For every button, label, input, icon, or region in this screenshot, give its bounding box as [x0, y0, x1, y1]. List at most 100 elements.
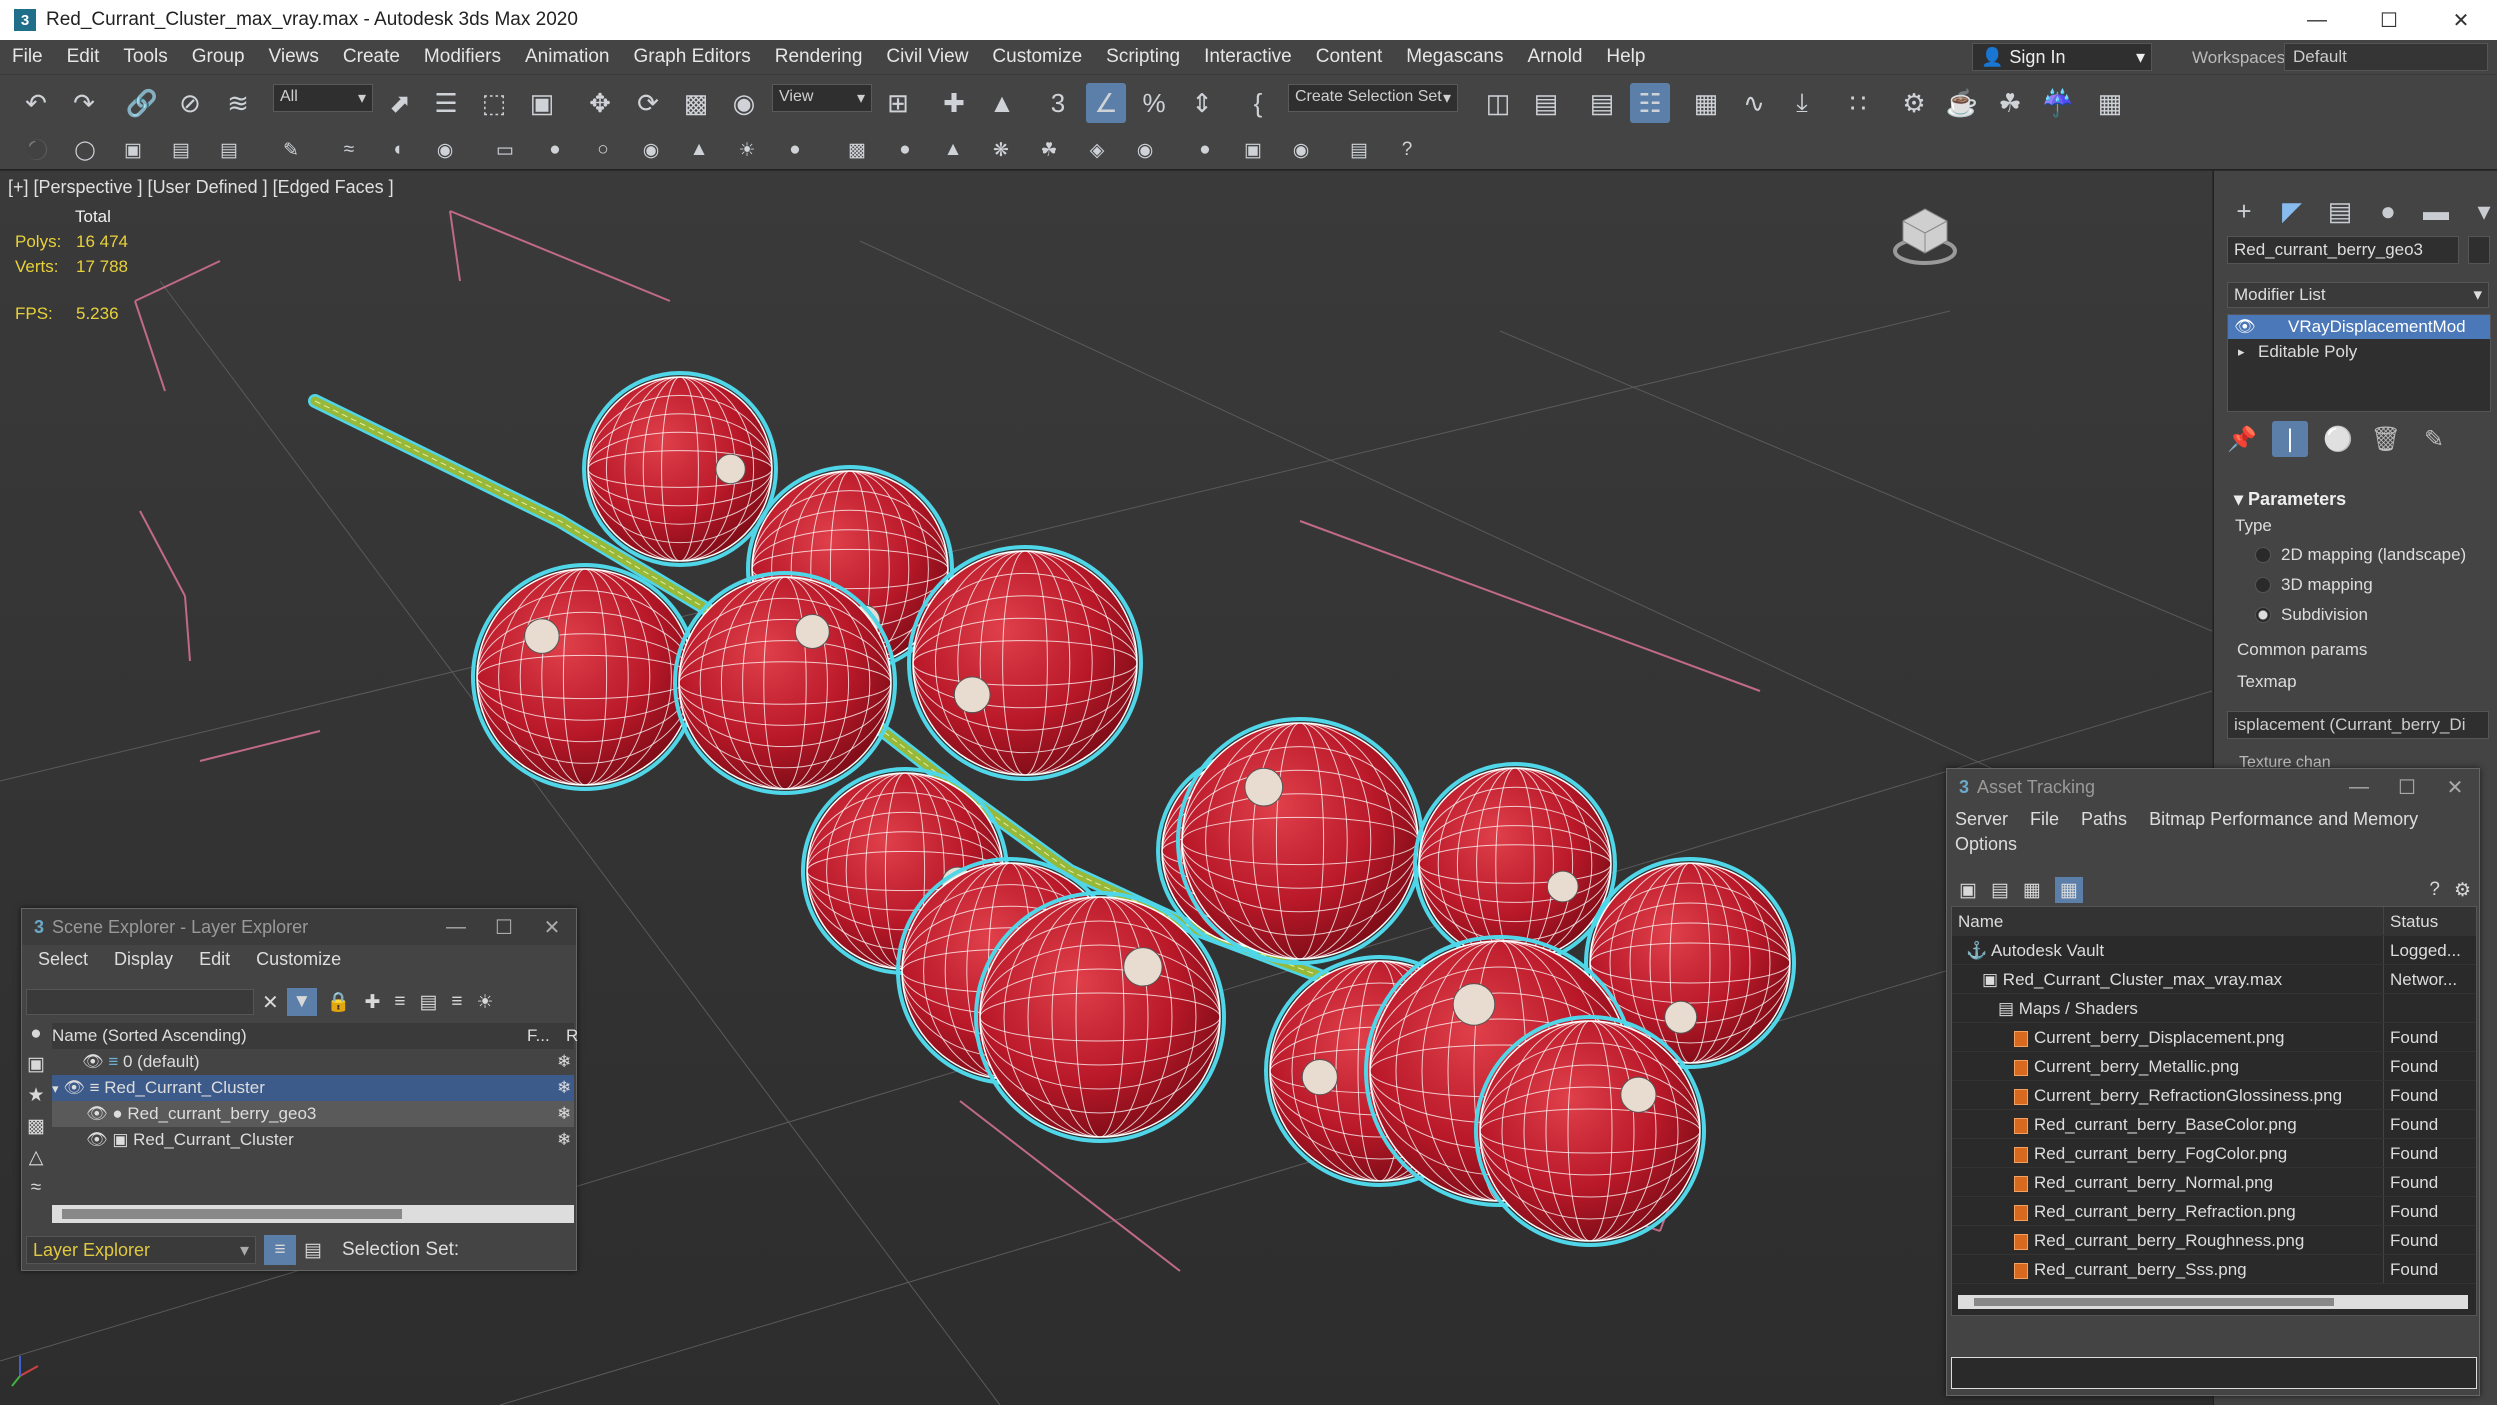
menu-file[interactable]: File [0, 40, 55, 74]
asset-row[interactable]: Current_berry_RefractionGlossiness.png Fo… [1952, 1081, 2476, 1110]
menu-tools[interactable]: Tools [111, 40, 179, 74]
undo-icon[interactable]: ↶ [16, 83, 56, 123]
select-by-name-icon[interactable]: ☰ [426, 83, 466, 123]
horizontal-scrollbar[interactable] [1958, 1295, 2468, 1309]
tree-row-default-layer[interactable]: 👁 ≡ 0 (default) ❄ [52, 1049, 574, 1075]
layer-explorer-icon[interactable]: ☷ [1630, 83, 1670, 123]
asset-row[interactable]: Current_berry_Metallic.png Found [1952, 1052, 2476, 1081]
vray-aerial-icon[interactable]: ☘ [1034, 135, 1064, 165]
stack-item-editable-poly[interactable]: ▸ Editable Poly [2228, 339, 2490, 365]
se-menu-customize[interactable]: Customize [256, 949, 341, 970]
helpers-filter-icon[interactable]: △ [29, 1146, 44, 1169]
menu-content[interactable]: Content [1304, 40, 1395, 74]
remove-modifier-icon[interactable]: 🗑 [2368, 421, 2404, 457]
show-end-result-icon[interactable]: ∣ [2272, 421, 2308, 457]
menu-interactive[interactable]: Interactive [1192, 40, 1304, 74]
vray-plane-icon[interactable]: ▭ [490, 135, 520, 165]
maximize-icon[interactable]: ☐ [2383, 769, 2431, 805]
align-icon[interactable]: ▤ [1526, 83, 1566, 123]
eye-icon[interactable]: 👁 [2234, 315, 2256, 339]
render-in-cloud-icon[interactable]: ▦ [2090, 83, 2130, 123]
window-crossing-icon[interactable]: ▣ [522, 83, 562, 123]
menu-views[interactable]: Views [257, 40, 331, 74]
visibility-eye-icon[interactable]: 👁 [86, 1130, 108, 1149]
asset-path-field[interactable] [1951, 1357, 2477, 1389]
render-column-header[interactable]: R [566, 1023, 578, 1049]
object-color-swatch[interactable] [2468, 236, 2490, 264]
lights-filter-icon[interactable]: ★ [27, 1084, 44, 1107]
asset-row[interactable]: ▤ Maps / Shaders [1952, 994, 2476, 1023]
maximize-icon[interactable]: ☐ [2353, 0, 2425, 40]
sign-in-button[interactable]: 👤 Sign In ▾ [1972, 43, 2152, 71]
at-menu-paths[interactable]: Paths [2081, 809, 2127, 830]
vray-env-fog-icon[interactable]: ❋ [986, 135, 1016, 165]
object-name-field[interactable]: Red_currant_berry_geo3 [2227, 236, 2459, 264]
menu-scripting[interactable]: Scripting [1094, 40, 1192, 74]
vray-mesh-light-icon[interactable]: ○ [588, 135, 618, 165]
vray-proxy-icon[interactable]: ◉ [636, 135, 666, 165]
hierarchy-icon[interactable]: ▤ [419, 991, 437, 1014]
menu-customize[interactable]: Customize [980, 40, 1094, 74]
snaps-toggle-icon[interactable]: 3 [1038, 83, 1078, 123]
menu-rendering[interactable]: Rendering [763, 40, 875, 74]
parameters-rollout-header[interactable]: ▾ Parameters [2234, 489, 2346, 510]
asset-row[interactable]: Red_currant_berry_Roughness.png Found [1952, 1226, 2476, 1255]
angle-snap-icon[interactable]: ∠ [1086, 83, 1126, 123]
vray-volume-icon[interactable]: ▲ [938, 135, 968, 165]
display-tab-icon[interactable]: ▬ [2416, 191, 2456, 231]
freeze-icon[interactable]: ❄ [557, 1049, 571, 1075]
manipulate-icon[interactable]: ✚ [934, 83, 974, 123]
new-layer-icon[interactable]: ✚ [364, 991, 380, 1014]
menu-group[interactable]: Group [180, 40, 257, 74]
explorer-type-select[interactable]: Layer Explorer ▾ [26, 1236, 256, 1264]
menu-graph-editors[interactable]: Graph Editors [622, 40, 763, 74]
tree-row-red-currant-cluster-layer[interactable]: ▾ 👁 ≡ Red_Currant_Cluster ❄ [52, 1075, 574, 1101]
freeze-column-header[interactable]: F... [527, 1023, 550, 1049]
menu-create[interactable]: Create [331, 40, 412, 74]
close-icon[interactable]: ✕ [2431, 769, 2479, 805]
se-menu-display[interactable]: Display [114, 949, 173, 970]
render-setup-icon[interactable]: ☕ [1942, 83, 1982, 123]
keyboard-shortcut-icon[interactable]: ▲ [982, 83, 1022, 123]
at-menu-bitmap-performance-and-memory[interactable]: Bitmap Performance and Memory [2149, 809, 2418, 830]
asset-row[interactable]: ⚓ Autodesk Vault Logged... [1952, 936, 2476, 965]
visibility-eye-icon[interactable]: 👁 [82, 1052, 104, 1071]
curve-editor-icon[interactable]: ∿ [1734, 83, 1774, 123]
material-editor-icon[interactable]: ⚙ [1894, 83, 1934, 123]
viewport-label[interactable]: [+] [Perspective ] [User Defined ] [Edge… [8, 177, 394, 198]
horizontal-scrollbar[interactable] [52, 1205, 574, 1223]
vray-sun-icon[interactable]: ▤ [166, 135, 196, 165]
modifier-list-select[interactable]: Modifier List ▾ [2227, 282, 2489, 308]
vray-sphere-light-icon[interactable]: ● [540, 135, 570, 165]
scrollbar-thumb[interactable] [1974, 1298, 2334, 1306]
se-menu-select[interactable]: Select [38, 949, 88, 970]
vray-lister-icon[interactable]: ◉ [430, 135, 460, 165]
visibility-eye-icon[interactable]: 👁 [86, 1104, 108, 1123]
rendered-frame-icon[interactable]: ☘ [1990, 83, 2030, 123]
edit-named-selection-icon[interactable]: { [1238, 83, 1278, 123]
search-input[interactable] [26, 989, 254, 1015]
asset-row[interactable]: Red_currant_berry_Normal.png Found [1952, 1168, 2476, 1197]
vray-ambient-icon[interactable]: ▤ [214, 135, 244, 165]
radio-2d-mapping[interactable]: 2D mapping (landscape) [2227, 540, 2489, 570]
percent-snap-icon[interactable]: % [1134, 83, 1174, 123]
options-menu[interactable]: Options [1947, 834, 2479, 855]
vray-render-icon[interactable]: ≈ [334, 135, 364, 165]
menu-edit[interactable]: Edit [55, 40, 112, 74]
pivot-icon[interactable]: ⊞ [878, 83, 918, 123]
minimize-icon[interactable]: — [432, 909, 480, 945]
layers-mode-icon[interactable]: ≡ [264, 1235, 296, 1265]
spacewarps-filter-icon[interactable]: ≈ [31, 1177, 41, 1199]
asset-row[interactable]: Red_currant_berry_Refraction.png Found [1952, 1197, 2476, 1226]
unlink-icon[interactable]: ⊘ [170, 83, 210, 123]
texmap-button[interactable]: isplacement (Currant_berry_Di [2227, 711, 2489, 739]
make-unique-icon[interactable]: ⚪ [2320, 421, 2356, 457]
scrollbar-thumb[interactable] [62, 1209, 402, 1219]
dope-sheet-icon[interactable]: ⤓ [1782, 83, 1822, 123]
name-column-header[interactable]: Name [1952, 907, 2384, 935]
vray-clipper-icon[interactable]: ● [890, 135, 920, 165]
vray-fb-icon[interactable]: ✎ [276, 135, 306, 165]
freeze-icon[interactable]: ❄ [557, 1075, 571, 1101]
viewcube-icon[interactable] [1893, 208, 1957, 265]
menu-modifiers[interactable]: Modifiers [412, 40, 513, 74]
